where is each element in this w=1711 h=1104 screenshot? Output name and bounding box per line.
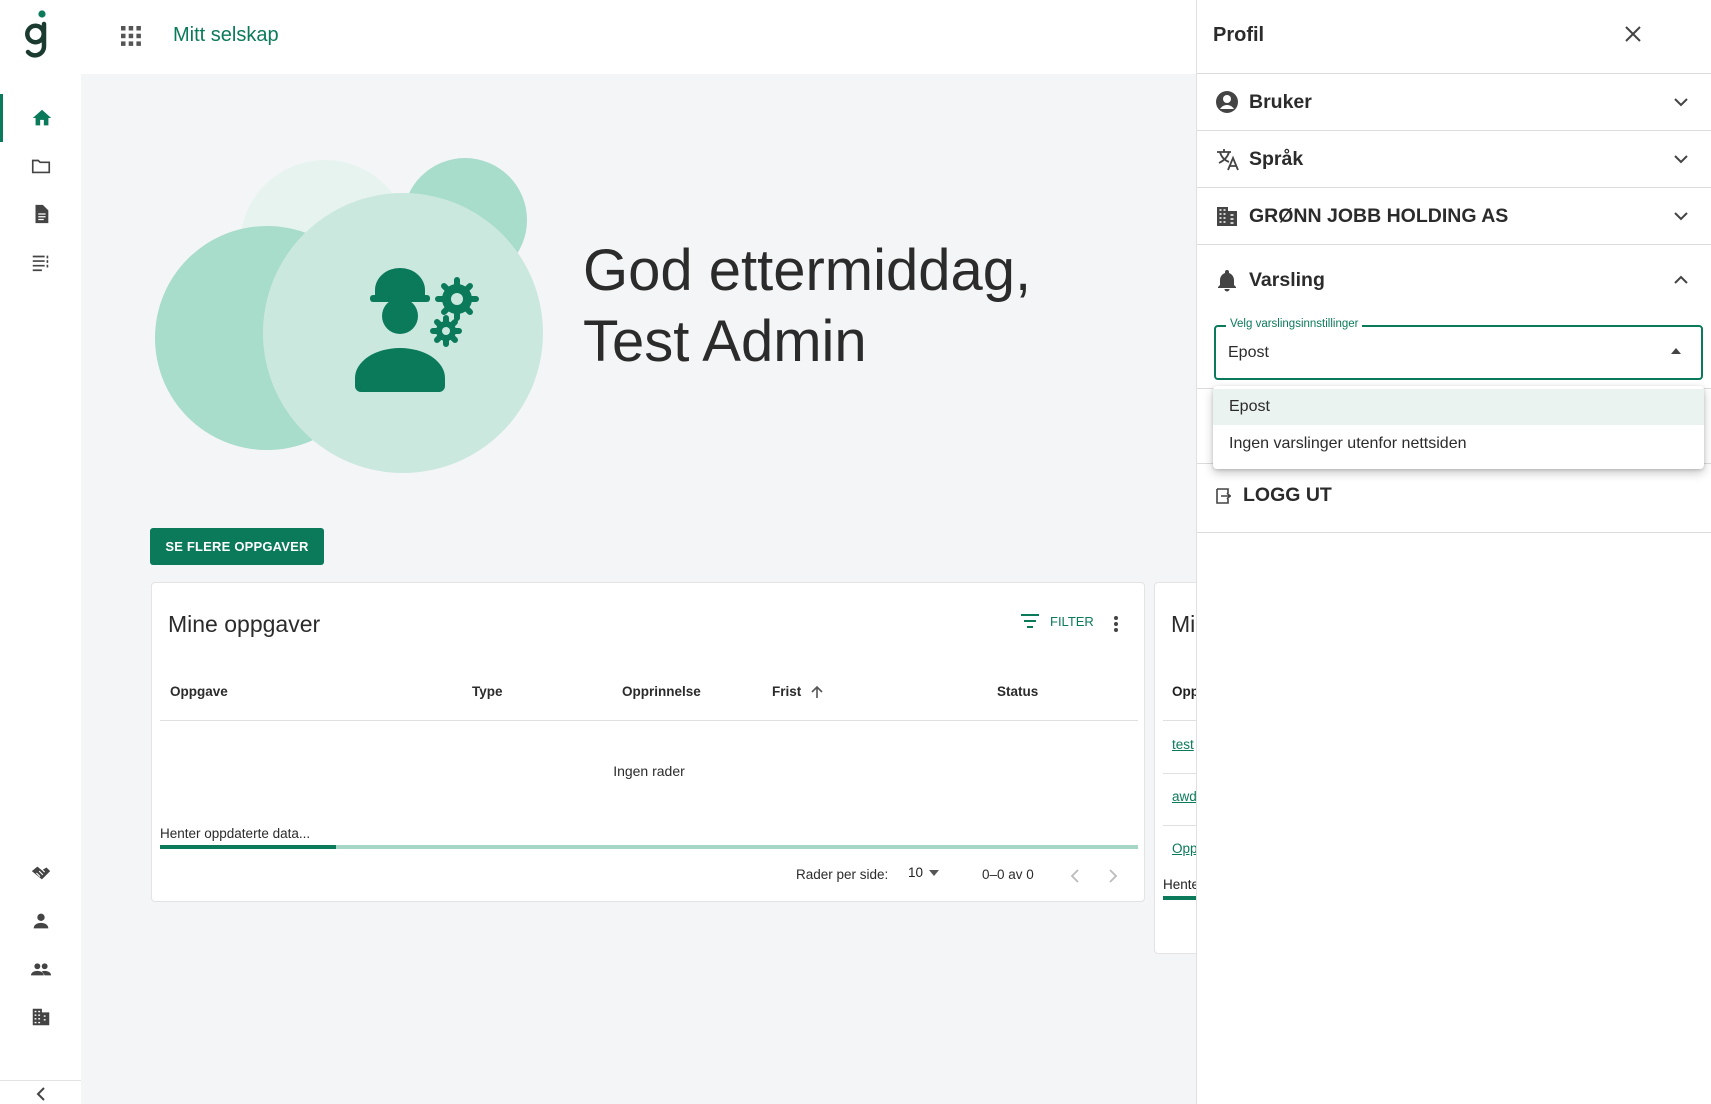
nav-company[interactable]: [0, 993, 81, 1041]
menu-option-email[interactable]: Epost: [1213, 389, 1704, 425]
accordion-user[interactable]: Bruker: [1197, 74, 1711, 130]
collapse-rail-button[interactable]: [0, 1082, 81, 1104]
accordion-company-label: GRØNN JOBB HOLDING AS: [1249, 204, 1509, 227]
dropdown-arrow-icon: [929, 869, 940, 876]
empty-state-text: Ingen rader: [613, 763, 685, 779]
close-panel-button[interactable]: [1623, 24, 1643, 49]
column-header-task[interactable]: Oppgave: [170, 684, 228, 699]
nav-people[interactable]: [0, 945, 81, 993]
rows-per-page-value: 10: [908, 865, 924, 880]
chevron-down-icon: [1674, 212, 1688, 221]
accordion-language-label: Språk: [1249, 147, 1304, 170]
table-header-divider: [160, 720, 1138, 721]
nav-home[interactable]: [0, 94, 81, 142]
accordion-company[interactable]: GRØNN JOBB HOLDING AS: [1197, 188, 1711, 244]
chevron-left-icon: [1070, 869, 1079, 883]
loading-progress-bar: [160, 845, 1138, 849]
profile-panel: Profil Bruker Språk GRØNN JOBB HOLDING A…: [1196, 0, 1711, 1104]
select-value: Epost: [1228, 344, 1269, 361]
app-title[interactable]: Mitt selskap: [173, 24, 279, 47]
column-header-origin[interactable]: Opprinnelse: [622, 684, 701, 699]
nav-user[interactable]: [0, 897, 81, 945]
filter-icon: [1021, 614, 1039, 628]
building-icon: [1217, 207, 1237, 226]
account-circle-icon: [1216, 91, 1238, 113]
close-icon: [1625, 26, 1641, 42]
greeting-line-1: God ettermiddag,: [583, 238, 1032, 303]
notification-options-menu: Epost Ingen varslinger utenfor nettsiden: [1213, 386, 1704, 469]
chevron-right-icon: [1109, 869, 1118, 883]
sort-ascending-icon: [811, 686, 823, 699]
logo[interactable]: [22, 8, 52, 69]
logout-icon: [1216, 487, 1232, 504]
second-card-row-link[interactable]: awd: [1172, 789, 1197, 804]
person-icon: [33, 913, 48, 929]
dropdown-up-arrow-icon: [1671, 348, 1681, 354]
card-menu-button[interactable]: [1113, 615, 1119, 638]
logout-label: LOGG UT: [1243, 484, 1332, 506]
folder-icon: [31, 159, 50, 174]
nav-documents[interactable]: [0, 190, 81, 238]
filter-label: FILTER: [1050, 613, 1094, 629]
document-icon: [35, 204, 48, 224]
previous-page-button[interactable]: [1070, 869, 1080, 886]
column-header-type[interactable]: Type: [472, 684, 503, 699]
column-header-deadline-label: Frist: [772, 684, 802, 699]
chevron-down-icon: [1674, 155, 1688, 164]
home-icon: [32, 109, 52, 126]
card-title: Mine oppgaver: [168, 611, 321, 637]
filter-button[interactable]: FILTER: [1020, 613, 1094, 629]
accordion-notifications[interactable]: Varsling: [1197, 252, 1711, 308]
more-vertical-icon: [1114, 616, 1118, 632]
loading-text: Henter oppdaterte data...: [160, 826, 311, 841]
chevron-up-icon: [1674, 275, 1688, 284]
loading-progress-fill: [160, 845, 337, 849]
second-card-column-header[interactable]: Opp: [1172, 684, 1199, 699]
greeting-user-name: Test Admin: [583, 309, 867, 374]
logout-button[interactable]: LOGG UT: [1215, 484, 1332, 507]
notification-settings-select[interactable]: Velg varslingsinnstillinger Epost: [1214, 318, 1703, 380]
nav-partners[interactable]: [0, 849, 81, 897]
panel-divider: [1197, 244, 1711, 245]
greeting-heading: God ettermiddag, Test Admin: [583, 235, 1031, 377]
translate-icon: [1217, 149, 1239, 171]
hero-illustration: [155, 158, 543, 473]
panel-title: Profil: [1213, 24, 1265, 46]
rows-per-page-label: Rader per side:: [796, 867, 889, 882]
my-tasks-card: Mine oppgaver FILTER Oppgave Type Opprin…: [151, 582, 1145, 902]
column-header-deadline[interactable]: Frist: [772, 684, 823, 699]
nav-folder[interactable]: [0, 142, 81, 190]
second-card-loading-text: Hente: [1163, 877, 1200, 892]
pagination-range: 0–0 av 0: [982, 867, 1034, 882]
app-launcher-button[interactable]: [120, 25, 142, 52]
second-card-title: Mi: [1171, 611, 1196, 637]
bell-icon: [1218, 270, 1236, 292]
chevron-down-icon: [1674, 98, 1688, 107]
panel-divider: [1197, 532, 1711, 533]
people-icon: [30, 963, 51, 976]
apps-grid-icon: [121, 26, 141, 46]
more-tasks-button[interactable]: SE FLERE OPPGAVER: [150, 528, 324, 565]
chevron-left-icon: [36, 1087, 45, 1101]
second-card-row-link[interactable]: test: [1172, 737, 1194, 752]
handshake-icon: [31, 866, 50, 880]
column-header-status[interactable]: Status: [997, 684, 1038, 699]
next-page-button[interactable]: [1108, 869, 1118, 886]
list-icon: [32, 255, 48, 272]
accordion-notifications-label: Varsling: [1249, 268, 1325, 291]
second-card-row-link[interactable]: Opp: [1172, 841, 1198, 856]
nav-rail: [0, 0, 81, 1104]
select-label: Velg varslingsinnstillinger: [1226, 318, 1363, 330]
rows-per-page-select[interactable]: 10: [908, 865, 940, 880]
accordion-user-label: Bruker: [1249, 90, 1312, 113]
nav-list[interactable]: [0, 238, 81, 286]
rail-divider: [0, 1080, 81, 1081]
menu-option-no-notifications[interactable]: Ingen varslinger utenfor nettsiden: [1213, 426, 1704, 462]
accordion-language[interactable]: Språk: [1197, 131, 1711, 187]
building-icon: [32, 1008, 49, 1026]
